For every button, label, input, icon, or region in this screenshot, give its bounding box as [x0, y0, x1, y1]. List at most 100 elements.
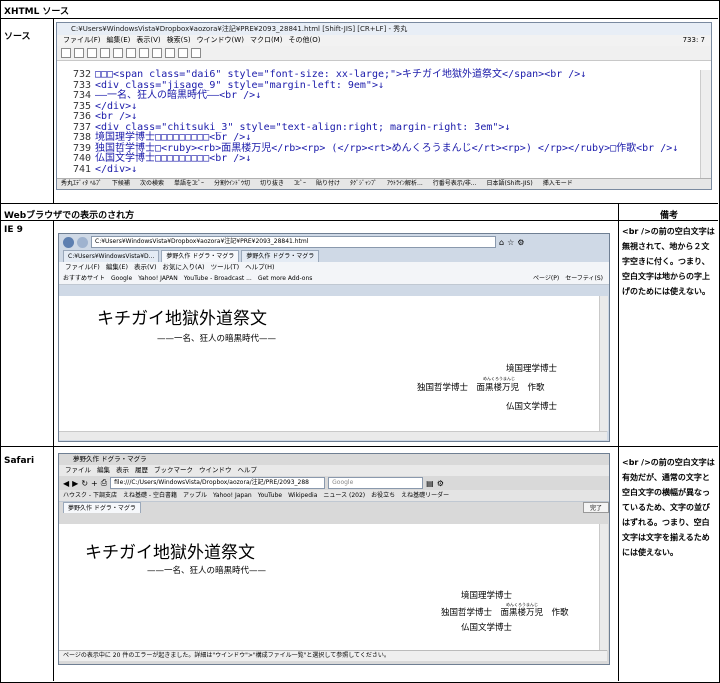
ie-tab[interactable]: 夢野久作 ドグラ・マグラ: [161, 250, 240, 262]
safari-menu-bookmarks[interactable]: ブックマーク: [154, 465, 193, 476]
home-icon[interactable]: ⌂: [499, 238, 504, 247]
status-item[interactable]: 単語をｺﾋﾟｰ: [174, 179, 204, 189]
status-item[interactable]: 行番号表示/非...: [433, 179, 477, 189]
editor-menu-view[interactable]: 表示(V): [136, 35, 160, 46]
favorite-link[interactable]: おすすめサイト: [63, 273, 105, 284]
safari-tab[interactable]: 夢野久作 ドグラ・マグラ: [63, 502, 141, 513]
safari-menu-window[interactable]: ウインドウ: [199, 465, 232, 476]
status-item[interactable]: 秀丸ｴﾃﾞｨﾀ ﾍﾙﾌﾟ: [61, 179, 102, 189]
editor-menu-other[interactable]: その他(O): [288, 35, 320, 46]
ie-menu-tools[interactable]: ツール(T): [211, 262, 240, 273]
row-divider: [0, 18, 718, 19]
bookmark-link[interactable]: えね基礎リーダー: [401, 490, 449, 501]
status-item[interactable]: 下候補: [112, 179, 130, 189]
ie-tab[interactable]: C:¥Users¥WindowsVista¥D...: [63, 250, 160, 262]
ie-menu-view[interactable]: 表示(V): [134, 262, 157, 273]
code-area[interactable]: 732 □□□<span class="dai6" style="font-siz…: [57, 69, 701, 180]
cut-icon[interactable]: [113, 48, 123, 58]
safari-menu-edit[interactable]: 編集: [97, 465, 110, 476]
ie-menu-favorites[interactable]: お気に入り(A): [163, 262, 205, 273]
favorite-link[interactable]: Get more Add-ons: [258, 273, 313, 284]
browser-header: Webブラウザでの表示のされ方: [4, 211, 135, 221]
page-menu-icon[interactable]: ▤: [426, 479, 434, 488]
ie-address-bar[interactable]: C:¥Users¥WindowsVista¥Dropbox¥aozora¥注記¥…: [91, 236, 496, 248]
grep-icon[interactable]: [178, 48, 188, 58]
editor-menu-edit[interactable]: 編集(E): [107, 35, 131, 46]
favorite-link[interactable]: Google: [111, 273, 132, 284]
editor-menu-search[interactable]: 検索(S): [167, 35, 191, 46]
bookmark-link[interactable]: YouTube: [258, 490, 282, 501]
ie-menubar: ファイル(F) 編集(E) 表示(V) お気に入り(A) ツール(T) ヘルプ(…: [59, 262, 609, 273]
print-icon[interactable]: [191, 48, 201, 58]
print-icon[interactable]: ⎙: [101, 478, 107, 488]
editor-menu-window[interactable]: ウインドウ(W): [197, 35, 244, 46]
status-item[interactable]: 切り抜き: [260, 179, 284, 189]
safari-vertical-scrollbar[interactable]: [599, 524, 608, 650]
status-item[interactable]: 日本語(Shift-JIS): [487, 179, 533, 189]
safari-search-field[interactable]: Google: [328, 477, 424, 489]
editor-statusbar: 秀丸ｴﾃﾞｨﾀ ﾍﾙﾌﾟ 下候補 次の検索 単語をｺﾋﾟｰ 分割ｳｲﾝﾄﾞｳ切 …: [57, 178, 711, 189]
copy-icon[interactable]: [126, 48, 136, 58]
forward-icon[interactable]: [77, 236, 88, 248]
status-item[interactable]: 分割ｳｲﾝﾄﾞｳ切: [214, 179, 250, 189]
status-item[interactable]: ｱｳﾄﾗｲﾝ解析...: [387, 179, 423, 189]
code-line: 738 境国理学博士□□□□□□□□□<br />↓: [57, 132, 701, 144]
safari-statusbar: ページの表示中に 20 件のエラーが起きました。詳細は"ウインドウ">"構成ファ…: [59, 650, 607, 661]
safari-menu-view[interactable]: 表示: [116, 465, 129, 476]
new-file-icon[interactable]: [61, 48, 71, 58]
replace-icon[interactable]: [165, 48, 175, 58]
bookmark-link[interactable]: アップル: [183, 490, 207, 501]
favorites-star-icon[interactable]: ☆: [507, 238, 514, 247]
editor-menubar: ファイル(F) 編集(E) 表示(V) 検索(S) ウインドウ(W) マクロ(M…: [57, 35, 711, 46]
safari-menubar: ファイル 編集 表示 履歴 ブックマーク ウインドウ ヘルプ: [59, 465, 609, 476]
status-item[interactable]: ｺﾋﾟｰ: [294, 179, 306, 189]
editor-window: C:¥Users¥WindowsVista¥Dropbox¥aozora¥注記¥…: [56, 22, 712, 190]
editor-scrollbar[interactable]: [700, 70, 711, 180]
bookmark-link[interactable]: Wikipedia: [288, 490, 317, 501]
open-file-icon[interactable]: [74, 48, 84, 58]
line-number: 732: [72, 69, 91, 80]
ie-menu-edit[interactable]: 編集(E): [106, 262, 128, 273]
status-item[interactable]: 挿入モード: [543, 179, 573, 189]
search-icon[interactable]: [152, 48, 162, 58]
status-item[interactable]: ﾀｸﾞｼﾞｬﾝﾌﾟ: [350, 179, 377, 189]
ie-safety-menu[interactable]: セーフティ(S): [565, 273, 609, 284]
bookmark-link[interactable]: えね基礎 - 空白書籍: [123, 490, 177, 501]
status-item[interactable]: 次の検索: [140, 179, 164, 189]
paste-icon[interactable]: [139, 48, 149, 58]
back-icon[interactable]: ◀: [63, 479, 69, 488]
find-done-button[interactable]: 完了: [582, 502, 609, 513]
favorite-link[interactable]: Yahoo! JAPAN: [138, 273, 178, 284]
settings-gear-icon[interactable]: ⚙: [437, 479, 444, 488]
bookmark-link[interactable]: Yahoo! Japan: [213, 490, 252, 501]
bookmark-link[interactable]: お役立ち: [371, 490, 395, 501]
safari-menu-help[interactable]: ヘルプ: [238, 465, 258, 476]
add-bookmark-icon[interactable]: +: [91, 479, 98, 488]
bookmark-link[interactable]: ニュース (202): [323, 490, 365, 501]
ie-tab[interactable]: 夢野久作 ドグラ・マグラ: [241, 250, 320, 262]
bookmark-link[interactable]: ハウスク - 下調支店: [63, 490, 117, 501]
save-icon[interactable]: [87, 48, 97, 58]
ie-horizontal-scrollbar[interactable]: [59, 431, 607, 440]
editor-menu-macro[interactable]: マクロ(M): [250, 35, 283, 46]
undo-icon[interactable]: [100, 48, 110, 58]
ie-menu-help[interactable]: ヘルプ(H): [245, 262, 274, 273]
ie-page-menu[interactable]: ページ(P): [533, 273, 559, 284]
editor-menu-file[interactable]: ファイル(F): [63, 35, 101, 46]
ie-vertical-scrollbar[interactable]: [599, 296, 608, 431]
favorite-link[interactable]: YouTube - Broadcast ...: [184, 273, 252, 284]
safari-address-bar[interactable]: file:///C:/Users/WindowsVista/Dropbox/ao…: [110, 477, 326, 489]
safari-menu-history[interactable]: 履歴: [135, 465, 148, 476]
ie-menu-file[interactable]: ファイル(F): [65, 262, 100, 273]
safari-bookmarks-bar: ハウスク - 下調支店 えね基礎 - 空白書籍 アップル Yahoo! Japa…: [59, 490, 609, 502]
back-icon[interactable]: [63, 236, 74, 248]
source-label: ソース: [4, 32, 31, 42]
page-heading: キチガイ地獄外道祭文: [85, 543, 255, 563]
forward-icon[interactable]: ▶: [72, 479, 78, 488]
settings-gear-icon[interactable]: ⚙: [517, 238, 524, 247]
page-heading: キチガイ地獄外道祭文: [97, 309, 267, 329]
row-divider: [0, 446, 718, 447]
status-item[interactable]: 貼り付け: [316, 179, 340, 189]
safari-menu-file[interactable]: ファイル: [65, 465, 91, 476]
reload-icon[interactable]: ↻: [81, 479, 88, 488]
